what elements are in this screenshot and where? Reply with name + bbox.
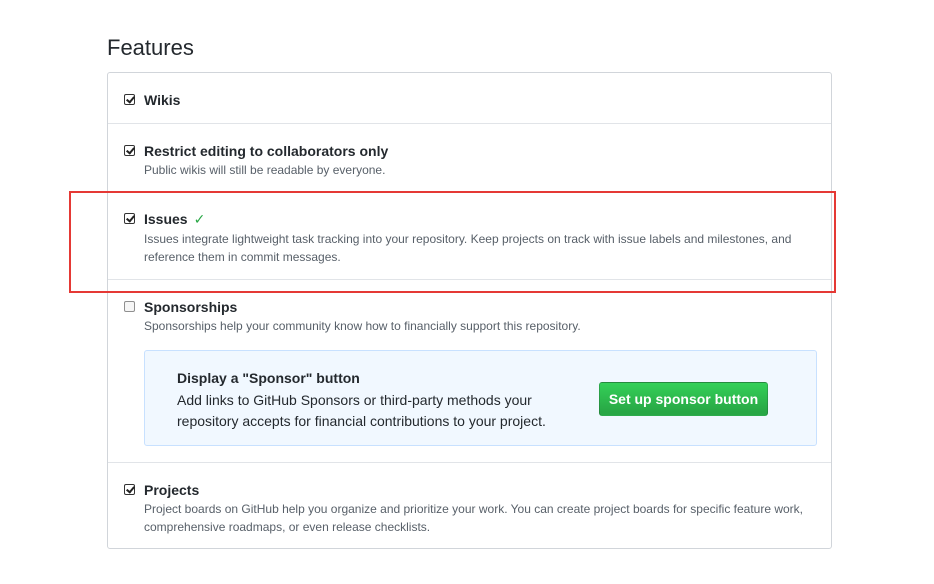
features-heading: Features (107, 35, 194, 60)
issues-label-wrap: Issues ✓ (144, 210, 205, 228)
sponsorships-checkbox[interactable] (124, 301, 135, 312)
feature-row-issues: Issues ✓ Issues integrate lightweight tas… (108, 192, 831, 280)
sponsorships-label[interactable]: Sponsorships (144, 298, 237, 316)
projects-checkbox[interactable] (124, 484, 135, 495)
feature-row-projects: Projects Project boards on GitHub help y… (108, 463, 831, 549)
features-panel: Wikis Restrict editing to collaborators … (107, 72, 832, 549)
wikis-label[interactable]: Wikis (144, 91, 180, 109)
restrict-editing-label[interactable]: Restrict editing to collaborators only (144, 142, 388, 160)
feature-row-wikis: Wikis (108, 73, 831, 124)
set-up-sponsor-button[interactable]: Set up sponsor button (599, 382, 768, 416)
wikis-checkbox[interactable] (124, 94, 135, 105)
sponsor-callout: Display a "Sponsor" button Add links to … (144, 350, 817, 446)
issues-checkbox[interactable] (124, 213, 135, 224)
sponsorships-note: Sponsorships help your community know ho… (144, 319, 581, 333)
sponsor-callout-description: Add links to GitHub Sponsors or third-pa… (177, 392, 546, 429)
projects-note: Project boards on GitHub help you organi… (144, 502, 804, 534)
issues-note: Issues integrate lightweight task tracki… (144, 232, 792, 264)
feature-row-restrict-editing: Restrict editing to collaborators only P… (108, 124, 831, 192)
projects-label[interactable]: Projects (144, 481, 199, 499)
issues-label[interactable]: Issues (144, 211, 188, 227)
feature-row-sponsorships: Sponsorships Sponsorships help your comm… (108, 280, 831, 463)
check-icon: ✓ (193, 211, 206, 227)
sponsor-callout-title: Display a "Sponsor" button (177, 370, 360, 386)
restrict-editing-note: Public wikis will still be readable by e… (144, 163, 386, 177)
settings-page: Features Wikis Restrict editing to colla… (0, 0, 934, 584)
restrict-editing-checkbox[interactable] (124, 145, 135, 156)
